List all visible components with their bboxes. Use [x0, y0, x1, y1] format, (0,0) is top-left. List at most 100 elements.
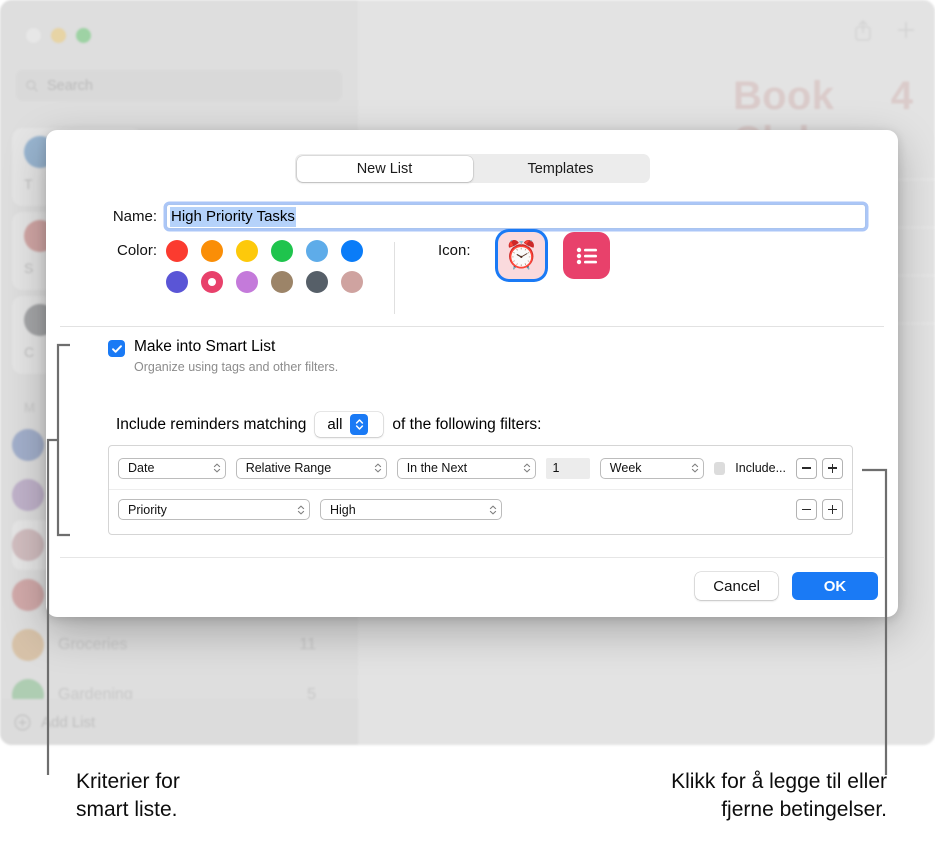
filter-1-qualifier-value: In the Next [406, 461, 468, 475]
filter-1-include-checkbox[interactable] [714, 461, 726, 475]
color-swatch-row-1 [166, 240, 363, 262]
match-type-select[interactable]: all [315, 412, 384, 437]
toolbar [853, 18, 917, 42]
filter-1-operator-value: Relative Range [245, 461, 332, 475]
bulleted-list-icon[interactable] [563, 232, 610, 279]
list-name: Groceries [58, 636, 128, 653]
list-name-value: High Priority Tasks [170, 206, 296, 227]
callout-caption-left: Kriterier for smart liste. [76, 768, 180, 824]
include-suffix-label: of the following filters: [392, 415, 542, 433]
color-swatch-light-blue[interactable] [306, 240, 328, 262]
new-list-dialog: New List Templates Name: High Priority T… [46, 130, 898, 617]
search-icon [26, 79, 38, 92]
filter-1-unit-value: Week [609, 461, 642, 475]
filter-1-qualifier-select[interactable]: In the Next [396, 457, 536, 479]
include-matching-row: Include reminders matching all of the fo… [116, 412, 541, 437]
filter-2-field-select[interactable]: Priority [118, 499, 310, 520]
color-swatch-brown[interactable] [271, 271, 293, 293]
alarm-clock-icon[interactable]: ⏰ [498, 232, 545, 279]
checkmark-icon [111, 344, 122, 353]
color-label: Color: [116, 242, 157, 259]
color-swatch-rose[interactable] [341, 271, 363, 293]
filter-2-remove-button[interactable] [796, 499, 817, 520]
color-swatch-blue[interactable] [341, 240, 363, 262]
groceries-icon [12, 629, 44, 661]
close-window-button[interactable] [26, 28, 41, 43]
filter-1-amount-value: 1 [552, 461, 560, 475]
chevron-updown-icon [691, 463, 699, 473]
footer-divider [60, 557, 884, 558]
smart-list-subtitle: Organize using tags and other filters. [134, 360, 339, 374]
color-swatch-gray[interactable] [306, 271, 328, 293]
name-row: Name: High Priority Tasks [46, 204, 898, 229]
filter-2-field-value: Priority [128, 502, 167, 517]
chevron-updown-icon [374, 463, 381, 473]
tab-templates[interactable]: Templates [473, 156, 649, 182]
smart-list-title: Make into Smart List [134, 338, 276, 355]
minimize-window-button[interactable] [51, 28, 66, 43]
filter-1-unit-select[interactable]: Week [599, 457, 705, 479]
list-icon [12, 579, 44, 611]
color-row: Color: [46, 240, 898, 293]
chevron-updown-icon [213, 463, 220, 473]
callout-right-line-1: Klikk for å legge til eller [671, 770, 887, 793]
filter-1-remove-button[interactable] [796, 457, 818, 479]
dialog-tab-bar: New List Templates [295, 154, 650, 183]
make-into-smart-list-checkbox[interactable] [108, 340, 125, 357]
color-swatch-yellow[interactable] [236, 240, 258, 262]
add-list-label: Add List [41, 713, 96, 731]
filter-1-row-buttons [796, 457, 844, 479]
color-swatch-indigo[interactable] [166, 271, 188, 293]
icon-choices: ⏰ [498, 232, 610, 279]
filter-2-row-buttons [796, 499, 843, 520]
zoom-window-button[interactable] [76, 28, 91, 43]
color-swatches [166, 240, 363, 293]
list-item-groceries[interactable]: Groceries 11 [12, 620, 346, 670]
plus-icon[interactable] [895, 19, 917, 41]
filter-2-operator-select[interactable]: High [320, 499, 502, 520]
filter-1-add-button[interactable] [822, 457, 844, 479]
page-title-count: 4 [890, 74, 913, 118]
search-placeholder: Search [47, 77, 93, 94]
vertical-divider [394, 242, 395, 314]
callout-left-line-1: Kriterier for [76, 770, 180, 793]
color-swatch-green[interactable] [271, 240, 293, 262]
icon-label: Icon: [438, 242, 471, 259]
color-swatch-red[interactable] [166, 240, 188, 262]
color-swatch-pink-selected[interactable] [201, 271, 223, 293]
sidebar-section-header: M [24, 400, 35, 415]
smart-list-toggle-row: Make into Smart List Organize using tags… [108, 338, 338, 374]
match-type-value: all [327, 416, 343, 433]
list-count: 11 [299, 636, 316, 653]
tile-label: T [24, 176, 33, 192]
add-list-button[interactable]: Add List [0, 699, 358, 745]
cancel-button[interactable]: Cancel [695, 572, 778, 600]
filter-1-amount-input[interactable]: 1 [545, 457, 590, 479]
filter-1-operator-select[interactable]: Relative Range [235, 457, 387, 479]
share-icon[interactable] [853, 18, 873, 42]
smart-list-text-block: Make into Smart List Organize using tags… [134, 338, 338, 374]
callout-left-line-2: smart liste. [76, 797, 178, 821]
color-swatch-purple[interactable] [236, 271, 258, 293]
filter-1-field-select[interactable]: Date [118, 457, 226, 479]
name-label: Name: [112, 208, 157, 225]
ok-button[interactable]: OK [792, 572, 878, 600]
bulleted-list-glyph [576, 247, 597, 264]
list-icon [12, 429, 44, 461]
window-traffic-lights[interactable] [26, 28, 91, 43]
chevron-updown-icon [350, 414, 369, 435]
dialog-footer-buttons: Cancel OK [695, 572, 878, 600]
chevron-updown-icon [297, 505, 305, 514]
list-name-input[interactable]: High Priority Tasks [166, 204, 866, 229]
tab-new-list[interactable]: New List [296, 155, 473, 182]
filter-conditions-box: Date Relative Range In the Next 1 Week I… [108, 445, 853, 535]
include-prefix-label: Include reminders matching [116, 415, 307, 433]
horizontal-divider [60, 326, 884, 327]
filter-1-field-value: Date [128, 461, 155, 475]
filter-2-add-button[interactable] [822, 499, 843, 520]
plus-circle-icon [14, 713, 31, 731]
tile-label: C [24, 344, 35, 360]
color-swatch-orange[interactable] [201, 240, 223, 262]
search-input[interactable]: Search [16, 70, 342, 101]
filter-1-include-label: Include... [735, 461, 787, 475]
